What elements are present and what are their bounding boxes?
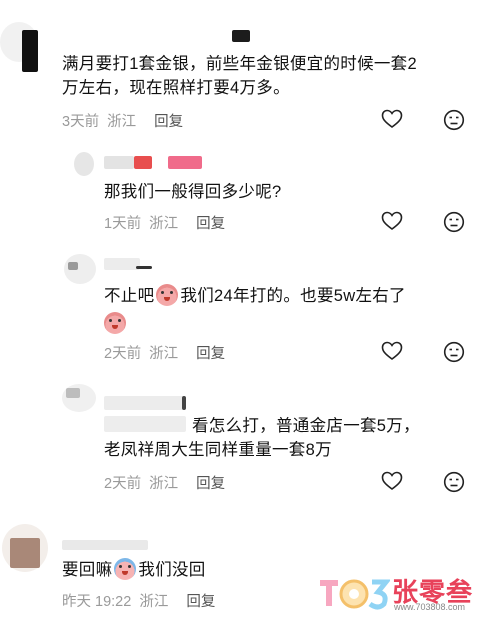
location: 浙江 (149, 476, 179, 492)
username[interactable] (104, 258, 140, 270)
crying-emoji-icon (156, 284, 179, 306)
comment-meta: 2天前 浙江 回复 (104, 472, 225, 493)
avatar[interactable] (10, 538, 40, 568)
comment-text: 那我们一般得回多少呢? (104, 183, 282, 201)
username[interactable] (62, 540, 148, 550)
watermark-url: www.703808.com (394, 602, 466, 612)
avatar[interactable] (66, 388, 80, 398)
comment-text-segment: 我们没回 (138, 561, 206, 579)
location: 浙江 (149, 216, 179, 232)
avatar[interactable] (74, 152, 94, 176)
comment-text-segment: 我们24年打的。也要5w左右了 (180, 287, 406, 305)
dislike-face-icon[interactable] (443, 211, 465, 233)
comment-text-line: 看怎么打，普通金店一套5万， (192, 417, 420, 435)
username[interactable] (168, 156, 202, 169)
username[interactable] (182, 396, 186, 410)
timestamp: 3天前 (62, 114, 100, 130)
location: 浙江 (149, 346, 179, 362)
crying-emoji-icon (104, 312, 126, 334)
comment-text: 看怎么打，普通金店一套5万， 老凤祥周大生同样重量一套8万 (104, 414, 464, 462)
timestamp: 2天前 (104, 346, 142, 362)
comment-text-segment: 要回嘛 (62, 561, 113, 579)
reply-button[interactable]: 回复 (196, 346, 225, 362)
comment-text-segment: 不止吧 (104, 287, 155, 305)
reply-button[interactable]: 回复 (186, 594, 215, 610)
username[interactable] (104, 396, 184, 410)
comment-meta: 1天前 浙江 回复 (104, 212, 225, 233)
location: 浙江 (107, 114, 137, 130)
comment-text-line: 满月要打1套金银，前些年金银便宜的时候一套2 (62, 55, 417, 73)
username[interactable] (134, 156, 152, 169)
username[interactable] (232, 30, 250, 42)
username[interactable] (136, 266, 152, 269)
location: 浙江 (139, 594, 169, 610)
comment-text: 要回嘛 我们没回 (62, 558, 206, 582)
comment-meta: 昨天 19:22 浙江 回复 (62, 590, 215, 611)
comment-text: 不止吧 我们24年打的。也要5w左右了 (104, 284, 464, 336)
avatar[interactable] (68, 262, 78, 270)
timestamp: 昨天 19:22 (62, 594, 132, 610)
comment-text: 满月要打1套金银，前些年金银便宜的时候一套2 万左右，现在照样打要4万多。 (62, 52, 472, 100)
dislike-face-icon[interactable] (443, 341, 465, 363)
comment-text-line: 万左右，现在照样打要4万多。 (62, 79, 290, 97)
comment-text-line: 老凤祥周大生同样重量一套8万 (104, 441, 332, 459)
like-icon[interactable] (381, 341, 403, 361)
avatar[interactable] (22, 30, 38, 72)
reply-button[interactable]: 回复 (154, 114, 183, 130)
watermark-logo-icon (320, 579, 390, 610)
timestamp: 2天前 (104, 476, 142, 492)
like-icon[interactable] (381, 211, 403, 231)
timestamp: 1天前 (104, 216, 142, 232)
comment-meta: 2天前 浙江 回复 (104, 342, 225, 363)
like-icon[interactable] (381, 471, 403, 491)
dislike-face-icon[interactable] (443, 109, 465, 131)
reply-button[interactable]: 回复 (196, 216, 225, 232)
username[interactable] (104, 156, 134, 169)
like-icon[interactable] (381, 109, 403, 129)
comment-meta: 3天前 浙江 回复 (62, 110, 183, 131)
reply-button[interactable]: 回复 (196, 476, 225, 492)
crying-emoji-icon (114, 558, 137, 580)
dislike-face-icon[interactable] (443, 471, 465, 493)
